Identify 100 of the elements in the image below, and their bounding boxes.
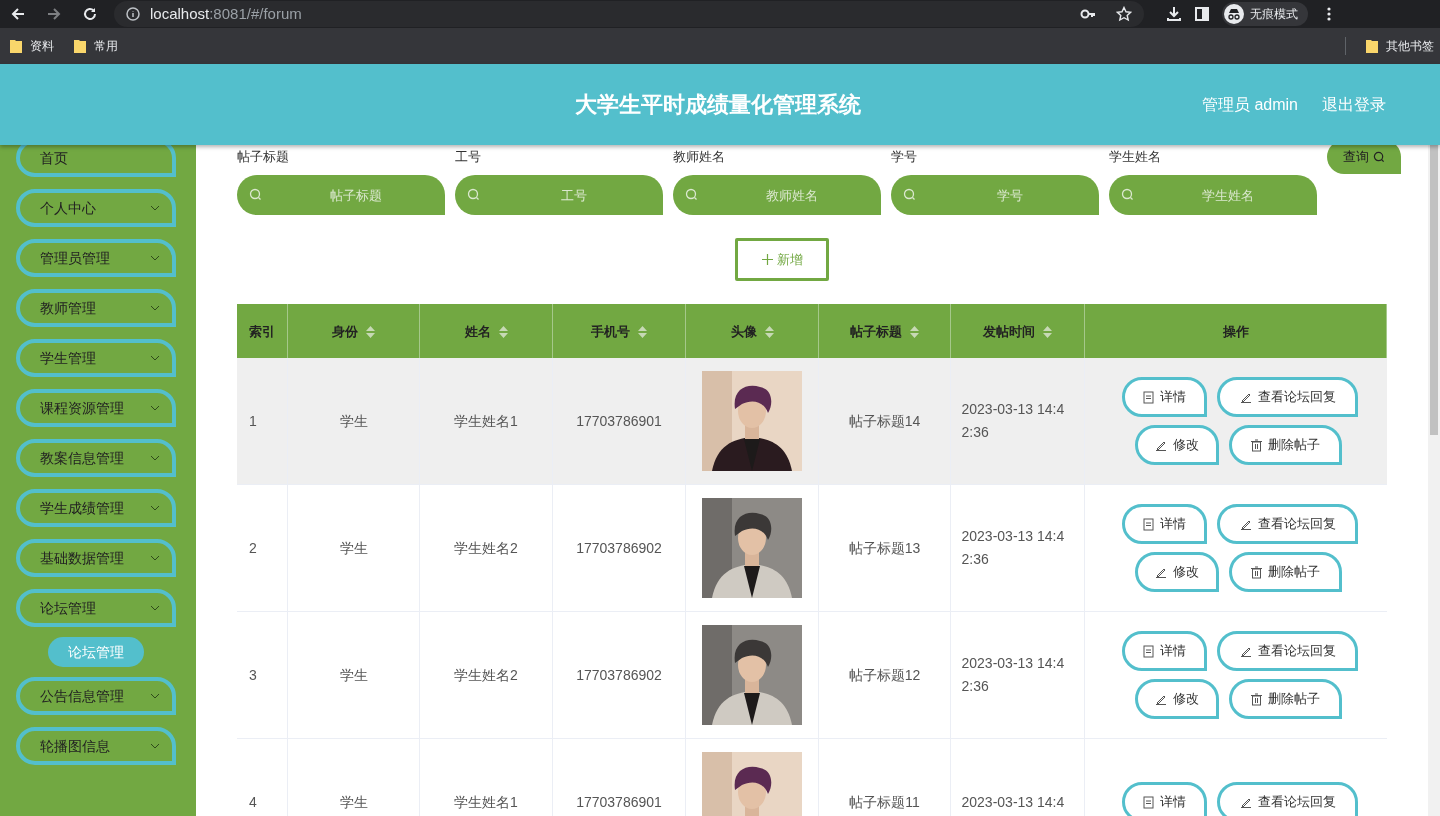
action-button[interactable]: 修改: [1134, 552, 1219, 592]
trash-icon: [1250, 692, 1262, 706]
menu-item[interactable]: 教师管理: [16, 289, 176, 327]
action-button[interactable]: 查看论坛回复: [1217, 377, 1358, 417]
search-field[interactable]: 工号: [455, 175, 663, 215]
folder-icon: [1366, 39, 1378, 53]
bookmark[interactable]: 其他书签: [1366, 37, 1434, 55]
search-icon: [249, 188, 262, 201]
menu-item[interactable]: 学生管理: [16, 339, 176, 377]
chevron-down-icon: [150, 605, 160, 611]
table-row[interactable]: 1 学生 学生姓名1 17703786901 帖子标题14 2023-03-13 14:42:36 详情 查看论坛回复 修改 删除帖子: [237, 358, 1387, 485]
chevron-down-icon: [150, 355, 160, 361]
menu-item[interactable]: 个人中心: [16, 189, 176, 227]
scrollbar[interactable]: [1428, 145, 1440, 816]
table-cell-text: 学生: [339, 665, 368, 685]
folder-icon: [74, 39, 86, 53]
menu-item[interactable]: 管理员管理: [16, 239, 176, 277]
chevron-down-icon: [150, 693, 160, 699]
table-cell-text: 帖子标题11: [849, 792, 920, 812]
menu-item[interactable]: 论坛管理: [16, 589, 176, 627]
chevron-down-icon: [150, 255, 160, 261]
table-cell-text: 2023-03-13 14:42:36: [961, 527, 1066, 569]
table-cell-text: 2023-03-13 14:42:36: [961, 400, 1066, 442]
side-panel-icon[interactable]: [1194, 6, 1210, 22]
trash-icon: [1250, 565, 1262, 579]
table-cell-text: 17703786902: [576, 665, 662, 685]
action-button[interactable]: 修改: [1134, 425, 1219, 465]
pencil-icon: [1154, 693, 1167, 705]
action-button[interactable]: 详情: [1122, 782, 1207, 816]
document-icon: [1143, 517, 1154, 531]
bookmark[interactable]: 资料: [10, 37, 54, 55]
table-cell-text: 学生: [339, 792, 368, 812]
document-icon: [1143, 390, 1154, 404]
user-label: 管理员 admin: [1201, 94, 1298, 115]
action-button[interactable]: 删除帖子: [1228, 425, 1342, 465]
chevron-down-icon: [150, 455, 160, 461]
forward-icon[interactable]: [46, 6, 62, 22]
table-cell-text: 2: [249, 538, 257, 558]
menu-icon[interactable]: [1326, 6, 1332, 22]
trash-icon: [1250, 438, 1262, 452]
menu-item[interactable]: 基础数据管理: [16, 539, 176, 577]
search-button[interactable]: 查询: [1327, 145, 1401, 174]
table-row[interactable]: 3 学生 学生姓名2 17703786902 帖子标题12 2023-03-13 14:42:36 详情 查看论坛回复 修改 删除帖子: [237, 612, 1387, 739]
chevron-down-icon: [150, 555, 160, 561]
menu-item[interactable]: 教案信息管理: [16, 439, 176, 477]
incognito-icon: [1224, 4, 1244, 24]
incognito-badge[interactable]: 无痕模式: [1222, 2, 1308, 26]
chevron-down-icon: [150, 205, 160, 211]
chevron-down-icon: [150, 405, 160, 411]
table-cell-text: 3: [249, 665, 257, 685]
table-cell-text: 学生: [339, 538, 368, 558]
menu-item[interactable]: 轮播图信息: [16, 727, 176, 765]
filter-label: 帖子标题: [237, 148, 290, 165]
menu-item[interactable]: 公告信息管理: [16, 677, 176, 715]
table-cell-text: 学生姓名1: [454, 411, 518, 431]
search-icon: [1121, 188, 1134, 201]
pencil-icon: [1239, 518, 1252, 530]
table-cell-text: 17703786901: [576, 411, 662, 431]
info-icon[interactable]: [126, 7, 140, 21]
filter-label: 学号: [891, 148, 918, 165]
menu-item[interactable]: 学生成绩管理: [16, 489, 176, 527]
search-field[interactable]: 学生姓名: [1109, 175, 1317, 215]
download-icon[interactable]: [1166, 6, 1182, 22]
pencil-icon: [1154, 566, 1167, 578]
search-field[interactable]: 教师姓名: [673, 175, 881, 215]
back-icon[interactable]: [10, 6, 26, 22]
address-bar[interactable]: localhost:8081/#/forum: [114, 1, 1144, 27]
action-button[interactable]: 详情: [1122, 377, 1207, 417]
bookmark[interactable]: 常用: [74, 37, 118, 55]
table-cell-text: 帖子标题13: [848, 538, 921, 558]
menu-item[interactable]: 课程资源管理: [16, 389, 176, 427]
table-cell-text: 学生: [339, 411, 368, 431]
action-button[interactable]: 查看论坛回复: [1217, 631, 1358, 671]
action-button[interactable]: 查看论坛回复: [1217, 782, 1358, 816]
chevron-down-icon: [150, 305, 160, 311]
search-field[interactable]: 帖子标题: [237, 175, 445, 215]
action-button[interactable]: 修改: [1134, 679, 1219, 719]
action-button[interactable]: 详情: [1122, 631, 1207, 671]
filter-label: 教师姓名: [673, 148, 726, 165]
action-button[interactable]: 详情: [1122, 504, 1207, 544]
action-button[interactable]: 删除帖子: [1228, 552, 1342, 592]
document-icon: [1143, 644, 1154, 658]
pencil-icon: [1239, 391, 1252, 403]
action-button[interactable]: 删除帖子: [1228, 679, 1342, 719]
table-cell-text: 4: [249, 792, 257, 812]
table-cell-text: 17703786901: [576, 792, 662, 812]
table-row[interactable]: 2 学生 学生姓名2 17703786902 帖子标题13 2023-03-13 14:42:36 详情 查看论坛回复 修改 删除帖子: [237, 485, 1387, 612]
search-icon: [1373, 151, 1385, 163]
folder-icon: [10, 39, 22, 53]
search-field[interactable]: 学号: [891, 175, 1099, 215]
table-cell-text: 帖子标题14: [848, 411, 921, 431]
table-cell-text: 1: [249, 411, 257, 431]
menu-item[interactable]: 首页: [16, 145, 176, 177]
table-cell-text: 学生姓名2: [454, 538, 518, 558]
action-button[interactable]: 查看论坛回复: [1217, 504, 1358, 544]
pencil-icon: [1239, 645, 1252, 657]
table-cell-text: 帖子标题12: [848, 665, 921, 685]
search-icon: [467, 188, 480, 201]
reload-icon[interactable]: [82, 6, 98, 22]
star-icon[interactable]: [1116, 6, 1132, 22]
